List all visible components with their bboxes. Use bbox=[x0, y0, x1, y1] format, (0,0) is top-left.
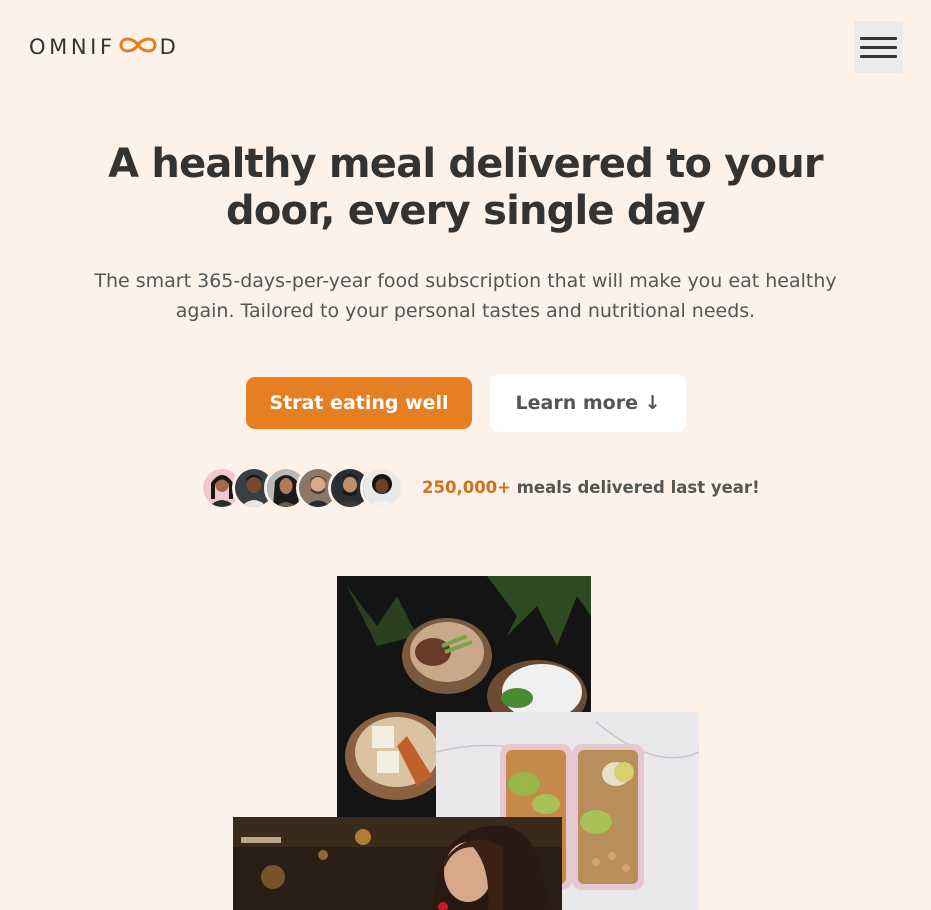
menu-bar bbox=[860, 45, 897, 49]
meals-delivered-count: 250,000+ bbox=[422, 478, 511, 497]
meals-delivered-text: 250,000+ meals delivered last year! bbox=[422, 478, 760, 497]
hero-description: The smart 365-days-per-year food subscri… bbox=[94, 270, 837, 322]
menu-bar bbox=[860, 36, 897, 40]
meals-delivered-label: meals delivered last year! bbox=[510, 478, 760, 497]
menu-bar bbox=[860, 54, 897, 58]
learn-more-button[interactable]: Learn more ↓ bbox=[490, 374, 686, 432]
customer-avatars bbox=[200, 466, 404, 510]
logo-text-part1: OMNIF bbox=[29, 35, 116, 59]
hamburger-menu-button[interactable] bbox=[854, 21, 903, 73]
logo-text-part2: D bbox=[159, 35, 180, 59]
site-header: OMNIF D bbox=[0, 0, 931, 94]
hero-title: A healthy meal delivered to your door, e… bbox=[108, 141, 824, 234]
woman-eating-image bbox=[233, 817, 562, 910]
customer-avatar bbox=[360, 466, 404, 510]
start-eating-button[interactable]: Strat eating well bbox=[246, 377, 472, 429]
infinity-icon bbox=[118, 34, 158, 60]
omnifood-logo[interactable]: OMNIF D bbox=[29, 34, 179, 60]
